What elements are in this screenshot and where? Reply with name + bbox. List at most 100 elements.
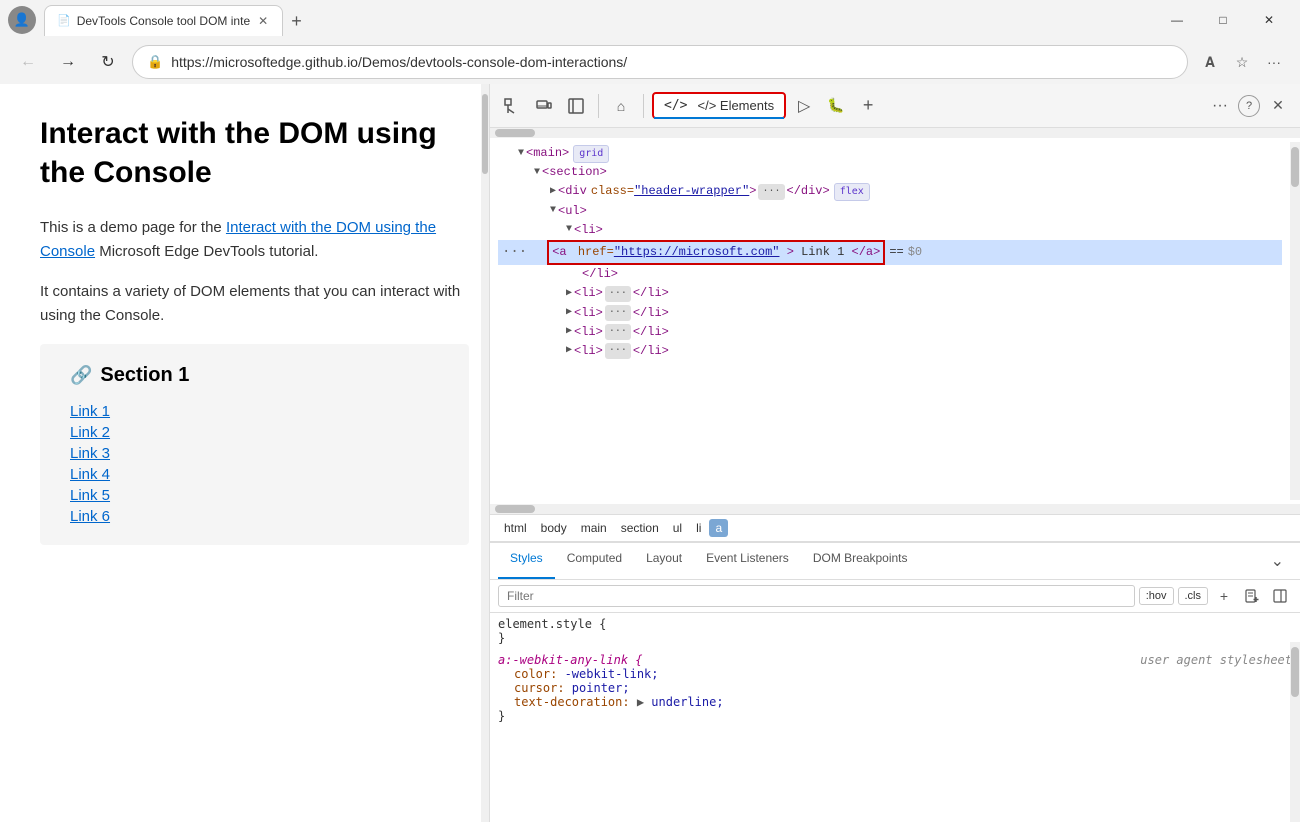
ellipsis-div[interactable]: ··· [758, 184, 784, 200]
back-button[interactable]: ← [12, 46, 44, 78]
top-scrollbar-thumb[interactable] [495, 129, 535, 137]
help-button[interactable]: ? [1238, 95, 1260, 117]
breadcrumb-li[interactable]: li [690, 519, 707, 537]
tab-styles[interactable]: Styles [498, 543, 555, 579]
badge-flex: flex [834, 183, 870, 201]
triangle-ul[interactable]: ▼ [550, 203, 556, 219]
page-description: This is a demo page for the Interact wit… [40, 216, 469, 264]
page-title: Interact with the DOM using the Console [40, 114, 469, 192]
styles-filter-input[interactable] [498, 585, 1135, 607]
devtools-panel: ⌂ </> </> Elements ▷ 🐛 + ··· ? ✕ [490, 84, 1300, 822]
favorites-icon[interactable]: ☆ [1228, 48, 1256, 76]
triangle-li3[interactable]: ▶ [566, 305, 572, 321]
home-button[interactable]: ⌂ [607, 92, 635, 120]
breadcrumb-section[interactable]: section [615, 519, 665, 537]
triangle-div[interactable]: ▶ [550, 184, 556, 200]
bottom-scrollbar[interactable] [490, 504, 1300, 514]
toggle-computed-sidebar-button[interactable] [1268, 584, 1292, 608]
triangle-main[interactable]: ▼ [518, 146, 524, 162]
active-tab[interactable]: 📄 DevTools Console tool DOM inte ✕ [44, 5, 283, 36]
new-stylesheet-button[interactable] [1240, 584, 1264, 608]
bottom-scrollbar-thumb[interactable] [495, 505, 535, 513]
text-decoration-expand[interactable]: ▶ [637, 695, 644, 709]
breadcrumb-html[interactable]: html [498, 519, 533, 537]
profile-icon[interactable]: 👤 [8, 6, 36, 34]
close-devtools-button[interactable]: ✕ [1264, 92, 1292, 120]
webpage-content: Interact with the DOM using the Console … [0, 84, 489, 575]
styles-scrollbar-thumb[interactable] [1291, 647, 1299, 697]
tree-line-close-li[interactable]: </li> [498, 265, 1282, 284]
reload-button[interactable]: ↻ [92, 46, 124, 78]
close-button[interactable]: ✕ [1246, 4, 1292, 36]
top-scrollbar[interactable] [490, 128, 1300, 138]
tab-layout[interactable]: Layout [634, 543, 694, 579]
more-tools-button[interactable]: ··· [1206, 92, 1234, 120]
tab-event-listeners[interactable]: Event Listeners [694, 543, 801, 579]
add-tool-button[interactable]: + [854, 92, 882, 120]
inspect-element-button[interactable] [498, 92, 526, 120]
section-link-4[interactable]: Link 4 [70, 466, 439, 483]
selected-element-box: <a href="https://microsoft.com" > Link 1… [547, 240, 885, 265]
add-style-rule-button[interactable]: + [1212, 584, 1236, 608]
tree-line-main[interactable]: ▼ <main> grid [498, 144, 1282, 163]
breadcrumb-ul[interactable]: ul [667, 519, 688, 537]
tab-title: DevTools Console tool DOM inte [77, 14, 250, 28]
section-link-6[interactable]: Link 6 [70, 508, 439, 525]
screencast-button[interactable]: ▷ [790, 92, 818, 120]
hov-button[interactable]: :hov [1139, 587, 1174, 605]
section-link-2[interactable]: Link 2 [70, 424, 439, 441]
tab-icon: 📄 [57, 14, 71, 27]
ellipsis-li2[interactable]: ··· [605, 286, 631, 302]
styles-tabs-more[interactable]: ⌄ [1263, 543, 1292, 579]
tabs-area: 📄 DevTools Console tool DOM inte ✕ + [44, 5, 1146, 36]
tree-line-section[interactable]: ▼ <section> [498, 163, 1282, 182]
new-tab-button[interactable]: + [283, 7, 310, 36]
tree-line-li5[interactable]: ▶ <li> ··· </li> [498, 342, 1282, 361]
ellipsis-li5[interactable]: ··· [605, 343, 631, 359]
forward-button[interactable]: → [52, 46, 84, 78]
address-bar-input[interactable]: 🔒 https://microsoftedge.github.io/Demos/… [132, 45, 1188, 79]
tree-line-li2[interactable]: ▶ <li> ··· </li> [498, 284, 1282, 303]
element-style-selector: element.style { [498, 617, 606, 631]
toolbar-separator-1 [598, 94, 599, 118]
breadcrumb-main[interactable]: main [575, 519, 613, 537]
webpage-scrollbar-thumb[interactable] [482, 94, 488, 174]
triangle-li2[interactable]: ▶ [566, 286, 572, 302]
styles-filter-row: :hov .cls + [490, 580, 1300, 613]
tree-line-li4[interactable]: ▶ <li> ··· </li> [498, 323, 1282, 342]
dom-tree-scrollbar[interactable] [1290, 142, 1300, 500]
triangle-li4[interactable]: ▶ [566, 324, 572, 340]
breadcrumb: html body main section ul li a [490, 514, 1300, 542]
device-emulation-button[interactable] [530, 92, 558, 120]
webpage-scrollbar[interactable] [481, 84, 489, 822]
sidebar-toggle-button[interactable] [562, 92, 590, 120]
styles-scrollbar[interactable] [1290, 642, 1300, 822]
tab-computed[interactable]: Computed [555, 543, 634, 579]
minimize-button[interactable]: — [1154, 4, 1200, 36]
section-link-5[interactable]: Link 5 [70, 487, 439, 504]
bug-icon[interactable]: 🐛 [822, 92, 850, 120]
breadcrumb-body[interactable]: body [535, 519, 573, 537]
tab-dom-breakpoints[interactable]: DOM Breakpoints [801, 543, 920, 579]
ellipsis-li3[interactable]: ··· [605, 305, 631, 321]
cls-button[interactable]: .cls [1178, 587, 1209, 605]
triangle-section[interactable]: ▼ [534, 165, 540, 181]
tab-close-button[interactable]: ✕ [256, 12, 270, 30]
tree-line-ul[interactable]: ▼ <ul> [498, 202, 1282, 221]
tree-line-div[interactable]: ▶ <div class="header-wrapper" > ··· </di… [498, 182, 1282, 201]
read-aloud-icon[interactable]: 𝐀 [1196, 48, 1224, 76]
url-text: https://microsoftedge.github.io/Demos/de… [171, 54, 1173, 70]
section-link-3[interactable]: Link 3 [70, 445, 439, 462]
settings-more-icon[interactable]: ··· [1260, 48, 1288, 76]
dom-tree-scrollbar-thumb[interactable] [1291, 147, 1299, 187]
elements-tab-button[interactable]: </> </> Elements [652, 92, 786, 119]
section-link-1[interactable]: Link 1 [70, 403, 439, 420]
tree-line-a[interactable]: ··· <a href="https://microsoft.com" > Li… [498, 240, 1282, 265]
ellipsis-li4[interactable]: ··· [605, 324, 631, 340]
tree-line-li[interactable]: ▼ <li> [498, 221, 1282, 240]
maximize-button[interactable]: □ [1200, 4, 1246, 36]
triangle-li[interactable]: ▼ [566, 222, 572, 238]
tree-line-li3[interactable]: ▶ <li> ··· </li> [498, 304, 1282, 323]
triangle-li5[interactable]: ▶ [566, 343, 572, 359]
breadcrumb-a[interactable]: a [709, 519, 728, 537]
